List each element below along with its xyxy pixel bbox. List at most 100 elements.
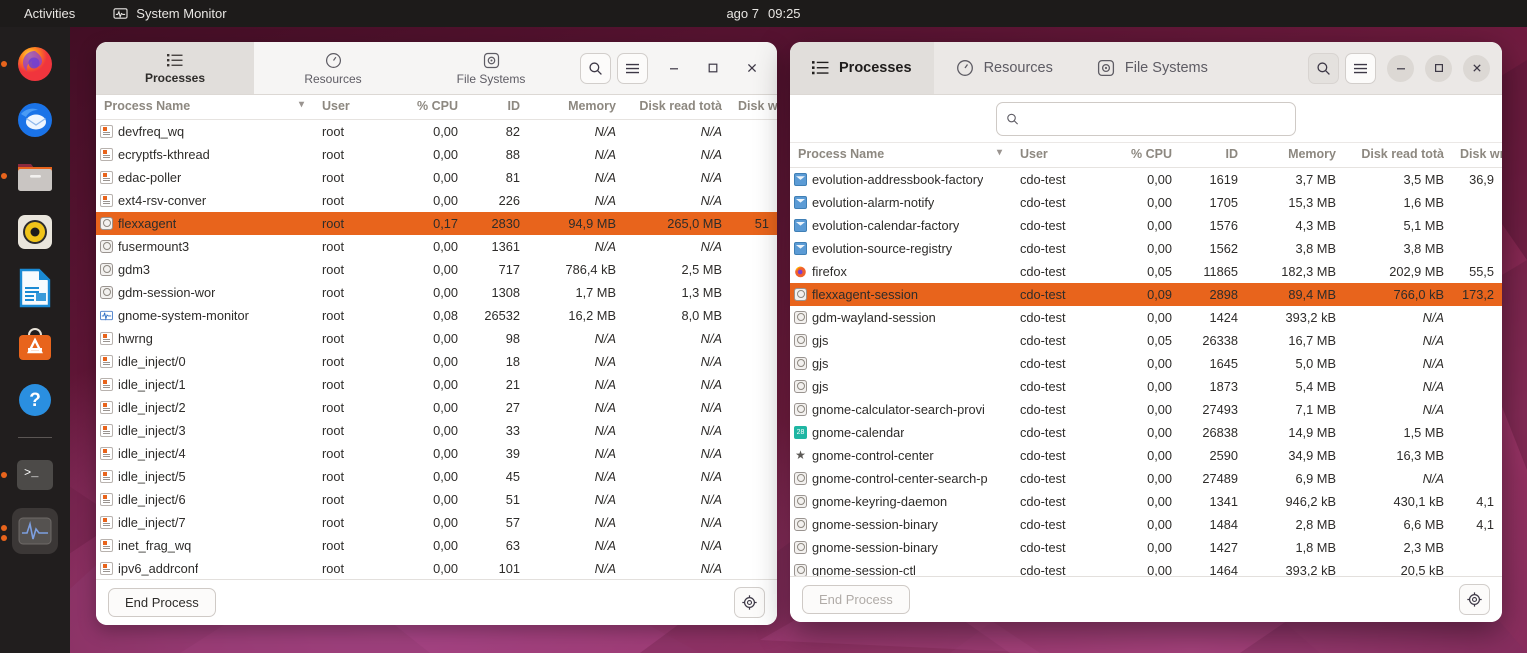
column-header-user[interactable]: User <box>314 95 386 120</box>
column-header-memory[interactable]: Memory <box>1246 143 1344 168</box>
cell-disk-write <box>1452 559 1502 577</box>
cell-memory: N/A <box>594 376 616 392</box>
column-header-process-name[interactable]: Process Name ▾ <box>96 95 314 120</box>
dock-item-system-monitor[interactable] <box>1 508 58 554</box>
tab-resources[interactable]: Resources <box>254 42 412 94</box>
table-row[interactable]: devfreq_wq root 0,00 82 N/A N/A <box>96 120 777 143</box>
maximize-button[interactable] <box>699 55 726 82</box>
left-process-table-wrapper[interactable]: Process Name ▾ User % CPU ID Memory Disk… <box>96 95 777 579</box>
dock-item-help[interactable]: ? <box>12 377 58 423</box>
column-header-id[interactable]: ID <box>466 95 528 120</box>
search-button[interactable] <box>580 52 611 84</box>
table-row[interactable]: ext4-rsv-conver root 0,00 226 N/A N/A <box>96 189 777 212</box>
table-row[interactable]: gjs cdo-test 0,00 1873 5,4 MB N/A <box>790 375 1502 398</box>
table-row[interactable]: idle_inject/2 root 0,00 27 N/A N/A <box>96 396 777 419</box>
table-row[interactable]: ★ gnome-control-center cdo-test 0,00 2590 34,… <box>790 444 1502 467</box>
minimize-button[interactable] <box>1387 54 1414 82</box>
column-header-disk-write[interactable]: Disk w <box>730 95 777 120</box>
table-row[interactable]: gnome-keyring-daemon cdo-test 0,00 1341 946,… <box>790 490 1502 513</box>
tab-file-systems[interactable]: File Systems <box>1075 42 1230 94</box>
table-row[interactable]: gjs cdo-test 0,00 1645 5,0 MB N/A <box>790 352 1502 375</box>
table-row[interactable]: gnome-session-binary cdo-test 0,00 1484 2,8 … <box>790 513 1502 536</box>
column-header-disk-write[interactable]: Disk write <box>1452 143 1502 168</box>
column-header-id[interactable]: ID <box>1180 143 1246 168</box>
settings-button[interactable] <box>734 587 765 618</box>
activities-button[interactable]: Activities <box>24 6 75 21</box>
dock-item-thunderbird[interactable] <box>12 97 58 143</box>
window-system-monitor-right[interactable]: Processes Resources File Systems Process… <box>790 42 1502 622</box>
cell-disk-read: 430,1 kB <box>1393 493 1444 509</box>
window-system-monitor-left[interactable]: Processes Resources File Systems Process… <box>96 42 777 625</box>
tab-resources[interactable]: Resources <box>934 42 1075 94</box>
column-header-disk-read[interactable]: Disk read totà <box>624 95 730 120</box>
table-row[interactable]: idle_inject/3 root 0,00 33 N/A N/A <box>96 419 777 442</box>
dock-item-libreoffice-writer[interactable] <box>12 265 58 311</box>
table-row[interactable]: evolution-alarm-notify cdo-test 0,00 1705 15… <box>790 191 1502 214</box>
table-row[interactable]: hwrng root 0,00 98 N/A N/A <box>96 327 777 350</box>
tab-processes[interactable]: Processes <box>96 42 254 94</box>
cell-user: cdo-test <box>1020 240 1066 256</box>
table-row[interactable]: flexxagent root 0,17 2830 94,9 MB 265,0 MB 51 <box>96 211 777 235</box>
table-row[interactable]: gnome-session-ctl cdo-test 0,00 1464 393,2 k… <box>790 559 1502 577</box>
column-header-cpu[interactable]: % CPU <box>386 95 466 120</box>
table-row[interactable]: gnome-calculator-search-provi cdo-test 0,0… <box>790 398 1502 421</box>
table-row[interactable]: evolution-calendar-factory cdo-test 0,00 15… <box>790 214 1502 237</box>
app-menu-system-monitor[interactable]: System Monitor <box>113 6 227 21</box>
table-row[interactable]: edac-poller root 0,00 81 N/A N/A <box>96 166 777 189</box>
table-row[interactable]: gjs cdo-test 0,05 26338 16,7 MB N/A <box>790 329 1502 352</box>
table-row[interactable]: flexxagent-session cdo-test 0,09 2898 89,4 M… <box>790 282 1502 306</box>
cell-cpu: 0,00 <box>433 169 458 185</box>
column-header-user[interactable]: User <box>1012 143 1098 168</box>
table-row[interactable]: evolution-addressbook-factory cdo-test 0,0… <box>790 168 1502 191</box>
maximize-button[interactable] <box>1425 54 1452 82</box>
dock-item-terminal[interactable]: >_ <box>12 452 58 498</box>
app-menu-label: System Monitor <box>136 6 227 21</box>
column-header-disk-read[interactable]: Disk read totà <box>1344 143 1452 168</box>
table-row[interactable]: idle_inject/6 root 0,00 51 N/A N/A <box>96 488 777 511</box>
right-process-table-wrapper[interactable]: Process Name ▾ User % CPU ID Memory Disk… <box>790 143 1502 576</box>
dock-item-firefox[interactable] <box>12 41 58 87</box>
kernel-process-icon <box>100 400 113 414</box>
menu-button[interactable] <box>617 52 648 84</box>
table-row[interactable]: evolution-source-registry cdo-test 0,00 156… <box>790 237 1502 260</box>
table-row[interactable]: idle_inject/7 root 0,00 57 N/A N/A <box>96 511 777 534</box>
dock-item-files[interactable] <box>12 153 58 199</box>
column-header-memory[interactable]: Memory <box>528 95 624 120</box>
tab-file-systems[interactable]: File Systems <box>412 42 570 94</box>
table-row[interactable]: gnome-session-binary cdo-test 0,00 1427 1,8 … <box>790 536 1502 559</box>
settings-button[interactable] <box>1459 584 1490 615</box>
menu-button[interactable] <box>1345 52 1376 84</box>
end-process-button[interactable]: End Process <box>108 588 216 617</box>
clock[interactable]: ago 7 09:25 <box>726 6 800 21</box>
process-name-cell: evolution-addressbook-factory <box>794 172 1004 187</box>
table-row[interactable]: gnome-control-center-search-p cdo-test 0,0… <box>790 467 1502 490</box>
tab-processes[interactable]: Processes <box>790 42 934 94</box>
table-row[interactable]: idle_inject/4 root 0,00 39 N/A N/A <box>96 442 777 465</box>
search-button[interactable] <box>1308 52 1339 84</box>
column-header-process-name[interactable]: Process Name ▾ <box>790 143 1012 168</box>
close-button[interactable] <box>1463 54 1490 82</box>
table-row[interactable]: idle_inject/5 root 0,00 45 N/A N/A <box>96 465 777 488</box>
dock-item-ubuntu-software[interactable] <box>12 321 58 367</box>
search-field-container[interactable] <box>996 101 1296 136</box>
close-button[interactable] <box>738 55 765 82</box>
column-header-cpu[interactable]: % CPU <box>1098 143 1180 168</box>
end-process-button[interactable]: End Process <box>802 585 910 614</box>
table-row[interactable]: gnome-system-monitor root 0,08 26532 16,2 MB… <box>96 304 777 327</box>
table-row[interactable]: idle_inject/0 root 0,00 18 N/A N/A <box>96 350 777 373</box>
dock-item-rhythmbox[interactable] <box>12 209 58 255</box>
table-row[interactable]: inet_frag_wq root 0,00 63 N/A N/A <box>96 534 777 557</box>
table-row[interactable]: firefox cdo-test 0,05 11865 182,3 MB 202,9 MB… <box>790 260 1502 283</box>
table-row[interactable]: ecryptfs-kthread root 0,00 88 N/A N/A <box>96 143 777 166</box>
search-input[interactable] <box>1026 111 1286 126</box>
table-row[interactable]: gdm-wayland-session cdo-test 0,00 1424 393,2… <box>790 306 1502 329</box>
table-row[interactable]: ipv6_addrconf root 0,00 101 N/A N/A <box>96 557 777 580</box>
table-row[interactable]: 28 gnome-calendar cdo-test 0,00 26838 14,9 MB… <box>790 421 1502 444</box>
minimize-button[interactable] <box>660 55 687 82</box>
cell-user: root <box>322 445 345 461</box>
table-row[interactable]: idle_inject/1 root 0,00 21 N/A N/A <box>96 373 777 396</box>
table-row[interactable]: fusermount3 root 0,00 1361 N/A N/A <box>96 235 777 258</box>
table-row[interactable]: gdm-session-wor root 0,00 1308 1,7 MB 1,3 MB <box>96 281 777 304</box>
table-row[interactable]: gdm3 root 0,00 717 786,4 kB 2,5 MB <box>96 258 777 281</box>
cell-id: 26838 <box>1202 424 1238 440</box>
